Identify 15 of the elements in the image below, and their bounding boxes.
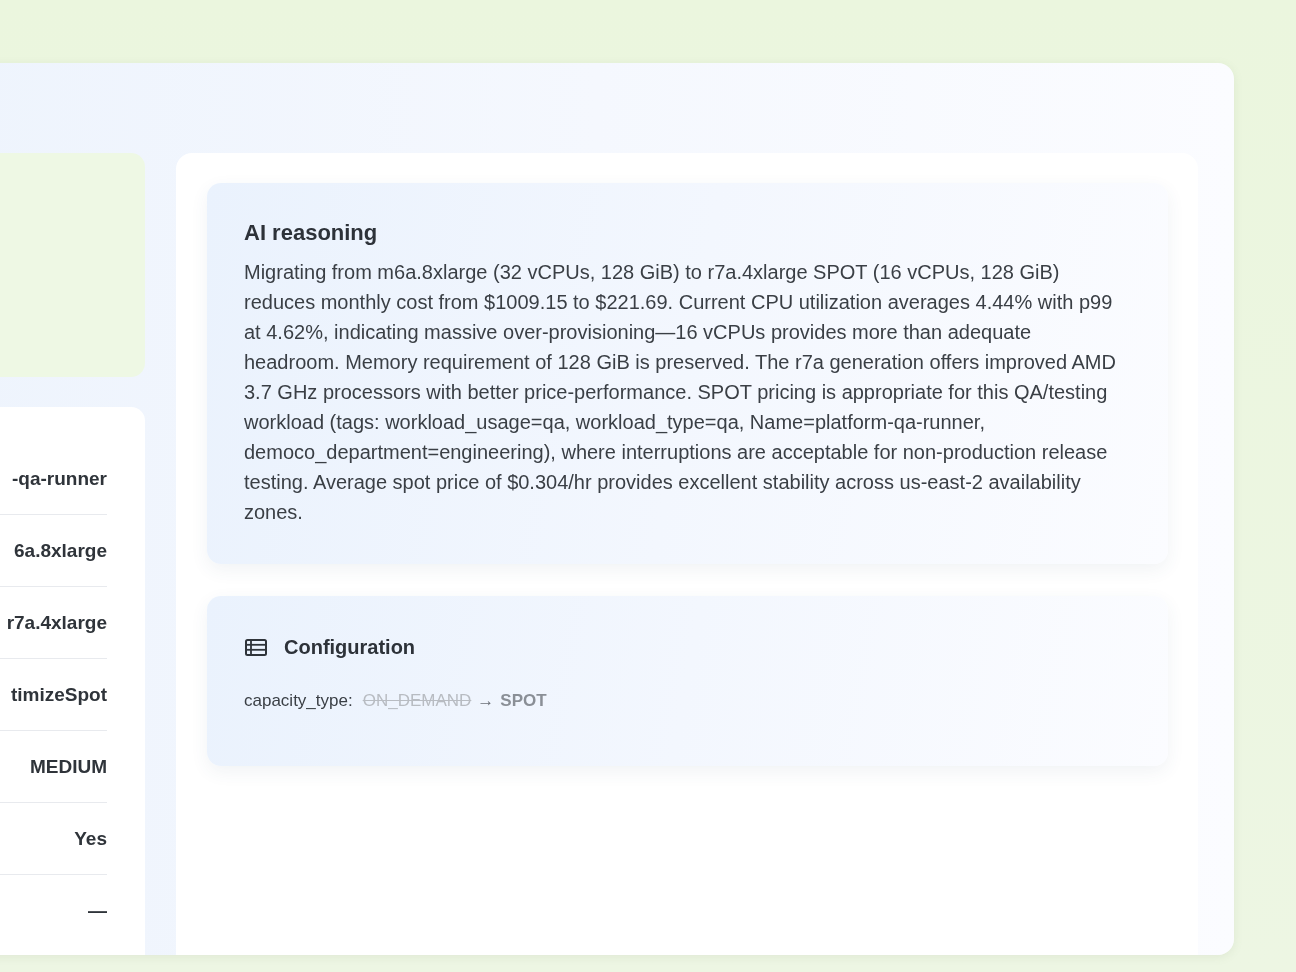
detail-value: 6a.8xlarge: [14, 539, 107, 562]
arrow-glyph: →: [477, 690, 495, 712]
reasoning-title: AI reasoning: [244, 219, 379, 247]
detail-value: -qa-runner: [12, 467, 107, 490]
table-icon: [245, 638, 267, 656]
new-value: SPOT: [500, 690, 547, 712]
detail-value: r7a.4xlarge: [6, 611, 107, 634]
configuration-title: Configuration: [284, 635, 416, 660]
detail-value: —: [88, 900, 107, 922]
detail-value: MEDIUM: [29, 755, 107, 778]
reasoning-text: Migrating from m6a.8xlarge (32 vCPUs, 128 GiB) to r7a.4xlarge SPOT (16 vCPUs, 128 GiB) reduces monthly cost from $1009.15 to $221.69. Current CPU utilization averages 4.44% with p99 at 4.62%, indicating massive over-provisioning—16 vCPUs provides more than adequate headroom. Memory requirement of 128 GiB is preserved. The r7a generation offers improved AMD 3.7 GHz processors with better price-performance. SPOT pricing is appropriate for this QA/testing workload (tags: workload_usage=qa, workload_type=qa, Name=platform-qa-runner, democo_department=engineering), where interruptions are acceptable for non-production release testing. Average spot price of $0.304/hr provides excellent stability across us-east-2 availability zones.: [244, 260, 1117, 525]
config-field-label: capacity_type:: [244, 690, 353, 712]
detail-value: timizeSpot: [10, 683, 107, 706]
old-value: ON_DEMAND: [362, 690, 472, 712]
detail-value: Yes: [74, 827, 107, 850]
